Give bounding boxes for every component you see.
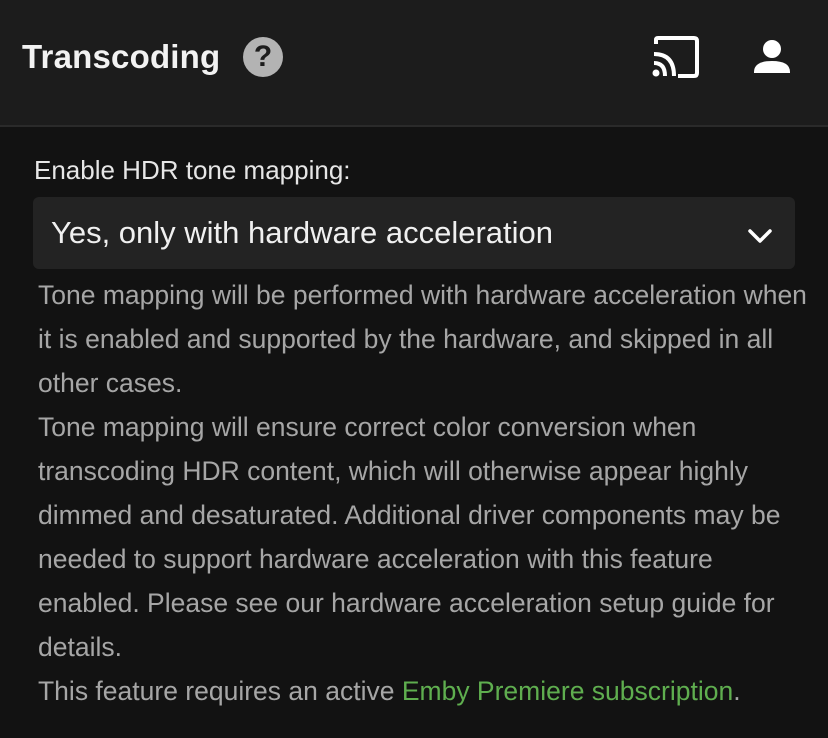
question-circle-icon: ? [253,40,273,73]
description-paragraph-1: Tone mapping will be performed with hard… [38,280,807,398]
premiere-notice: This feature requires an active Emby Pre… [38,669,808,713]
header-bar: Transcoding ? [0,0,828,127]
settings-content: Enable HDR tone mapping: Yes, only with … [0,127,828,738]
select-value: Yes, only with hardware acceleration [51,215,554,250]
chevron-down-icon [748,229,772,243]
user-button[interactable] [752,38,792,78]
user-icon [754,40,790,73]
emby-premiere-link[interactable]: Emby Premiere subscription [402,676,733,706]
cast-icon [652,36,699,78]
hdr-tone-mapping-label: Enable HDR tone mapping: [34,155,351,185]
page-title: Transcoding [22,38,221,75]
description-paragraph-2: Tone mapping will ensure correct color c… [38,412,781,662]
cast-button[interactable] [650,36,700,78]
hdr-tone-mapping-select[interactable]: Yes, only with hardware acceleration [33,197,795,269]
premiere-prefix: This feature requires an active [38,676,402,706]
setting-description: Tone mapping will be performed with hard… [38,273,808,713]
help-button[interactable]: ? [243,37,283,77]
premiere-suffix: . [733,676,741,706]
